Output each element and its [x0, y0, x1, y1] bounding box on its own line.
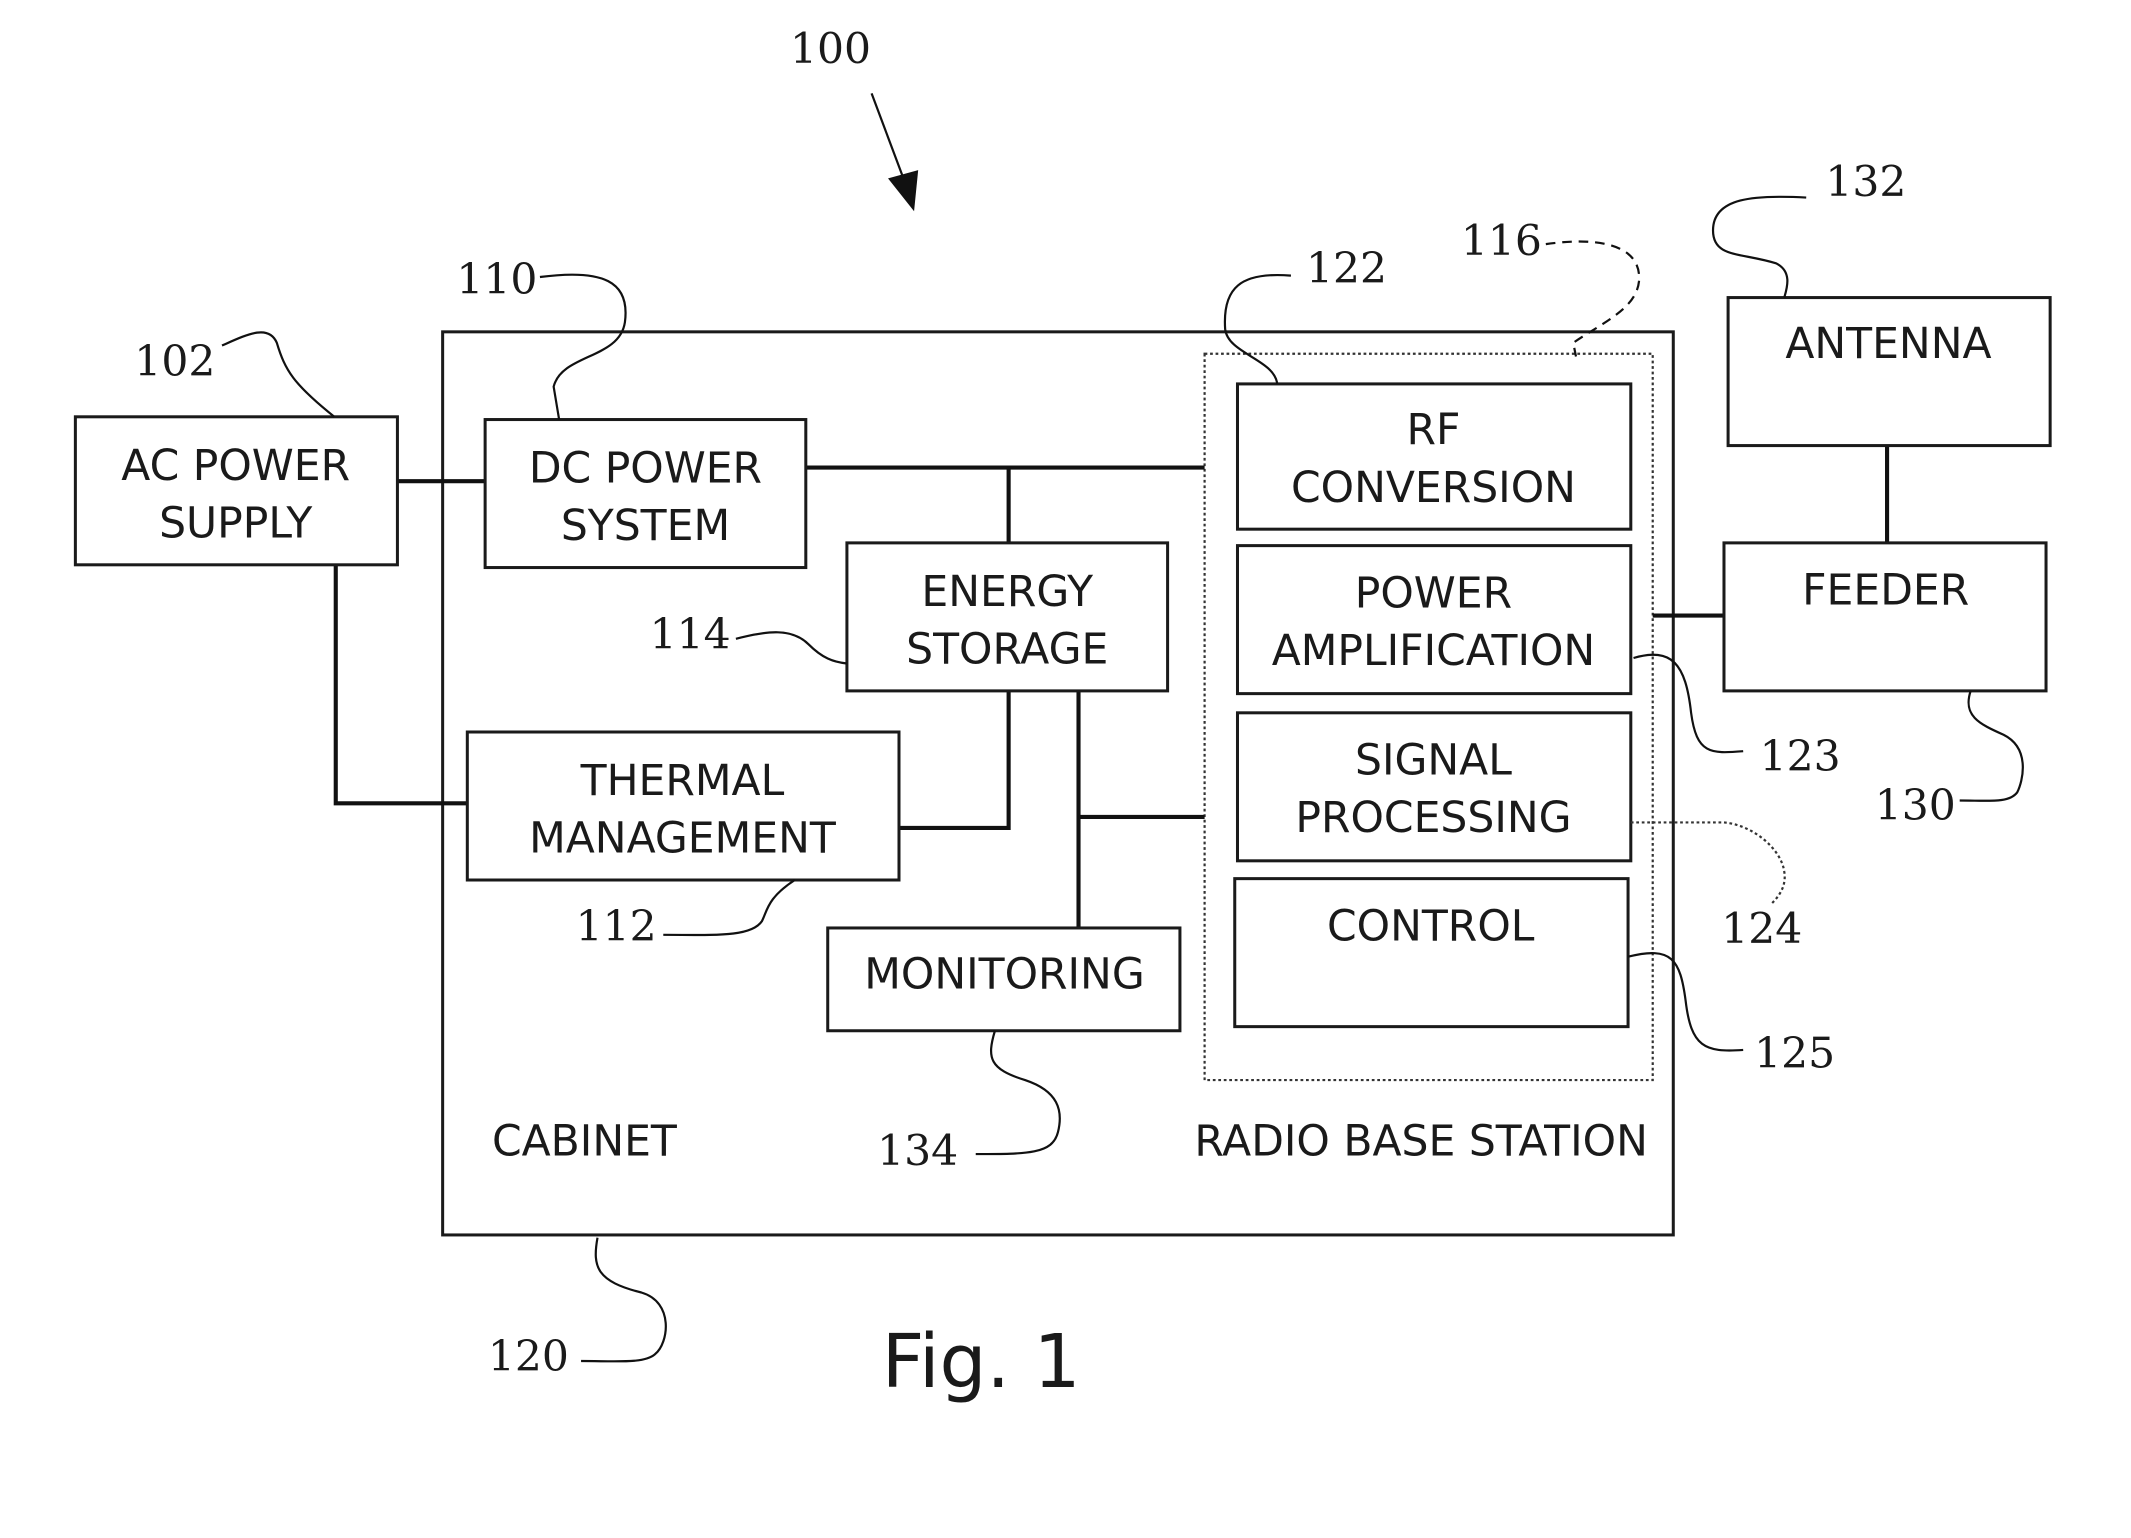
energy-storage-block: ENERGY STORAGE	[845, 541, 1170, 693]
monitoring-block: MONITORING	[826, 926, 1182, 1033]
thermal-management-block: THERMAL MANAGEMENT	[465, 730, 901, 882]
leader-132	[1711, 195, 1807, 298]
svg-text:PROCESSING: PROCESSING	[1295, 794, 1571, 843]
svg-text:SYSTEM: SYSTEM	[561, 502, 730, 551]
svg-text:SUPPLY: SUPPLY	[159, 499, 313, 548]
leader-130	[1959, 690, 2024, 802]
svg-text:RF: RF	[1406, 406, 1460, 455]
svg-text:ENERGY: ENERGY	[921, 568, 1094, 617]
ref-100: 100	[790, 25, 871, 74]
ref-110: 110	[456, 255, 537, 304]
cabinet-label: CABINET	[492, 1117, 678, 1166]
rf-conversion-block: RF CONVERSION	[1235, 382, 1633, 531]
ref-134: 134	[877, 1127, 958, 1176]
svg-text:FEEDER: FEEDER	[1802, 567, 1969, 616]
ref-124: 124	[1721, 905, 1802, 954]
svg-text:CONVERSION: CONVERSION	[1291, 464, 1576, 513]
ref-112: 112	[576, 902, 657, 951]
svg-text:POWER: POWER	[1355, 569, 1512, 618]
power-amplification-block: POWER AMPLIFICATION	[1235, 544, 1633, 696]
ref-123: 123	[1760, 732, 1841, 781]
svg-text:CONTROL: CONTROL	[1327, 902, 1535, 951]
feeder-block: FEEDER	[1722, 541, 2048, 693]
svg-text:AMPLIFICATION: AMPLIFICATION	[1272, 627, 1596, 676]
patent-diagram: 100 CABINET 120 RADIO BASE STATION 116 A…	[73, 25, 2052, 1405]
svg-text:THERMAL: THERMAL	[580, 757, 785, 806]
svg-text:ANTENNA: ANTENNA	[1785, 320, 1991, 369]
leader-120	[581, 1237, 667, 1363]
svg-text:DC POWER: DC POWER	[529, 445, 762, 494]
ref-122: 122	[1306, 245, 1387, 294]
ref-116: 116	[1461, 217, 1542, 266]
dc-power-system-block: DC POWER SYSTEM	[483, 418, 808, 570]
figure-caption: Fig. 1	[882, 1319, 1081, 1405]
svg-text:STORAGE: STORAGE	[906, 625, 1108, 674]
ref-125: 125	[1754, 1030, 1835, 1079]
svg-text:MONITORING: MONITORING	[864, 950, 1144, 999]
arrow-icon	[870, 92, 919, 212]
leader-102	[221, 331, 336, 418]
ref-114: 114	[650, 610, 731, 659]
ref-132: 132	[1825, 158, 1906, 207]
ac-power-supply-block: AC POWER SUPPLY	[73, 415, 399, 567]
ref-102: 102	[134, 338, 215, 387]
svg-text:MANAGEMENT: MANAGEMENT	[529, 815, 837, 864]
svg-text:AC POWER: AC POWER	[121, 442, 350, 491]
signal-processing-block: SIGNAL PROCESSING	[1235, 711, 1633, 863]
ref-120: 120	[488, 1333, 569, 1382]
antenna-block: ANTENNA	[1726, 296, 2052, 448]
control-block: CONTROL	[1233, 877, 1630, 1029]
ref-130: 130	[1875, 782, 1956, 831]
radio-base-station-label: RADIO BASE STATION	[1194, 1117, 1648, 1166]
svg-text:SIGNAL: SIGNAL	[1355, 736, 1512, 785]
